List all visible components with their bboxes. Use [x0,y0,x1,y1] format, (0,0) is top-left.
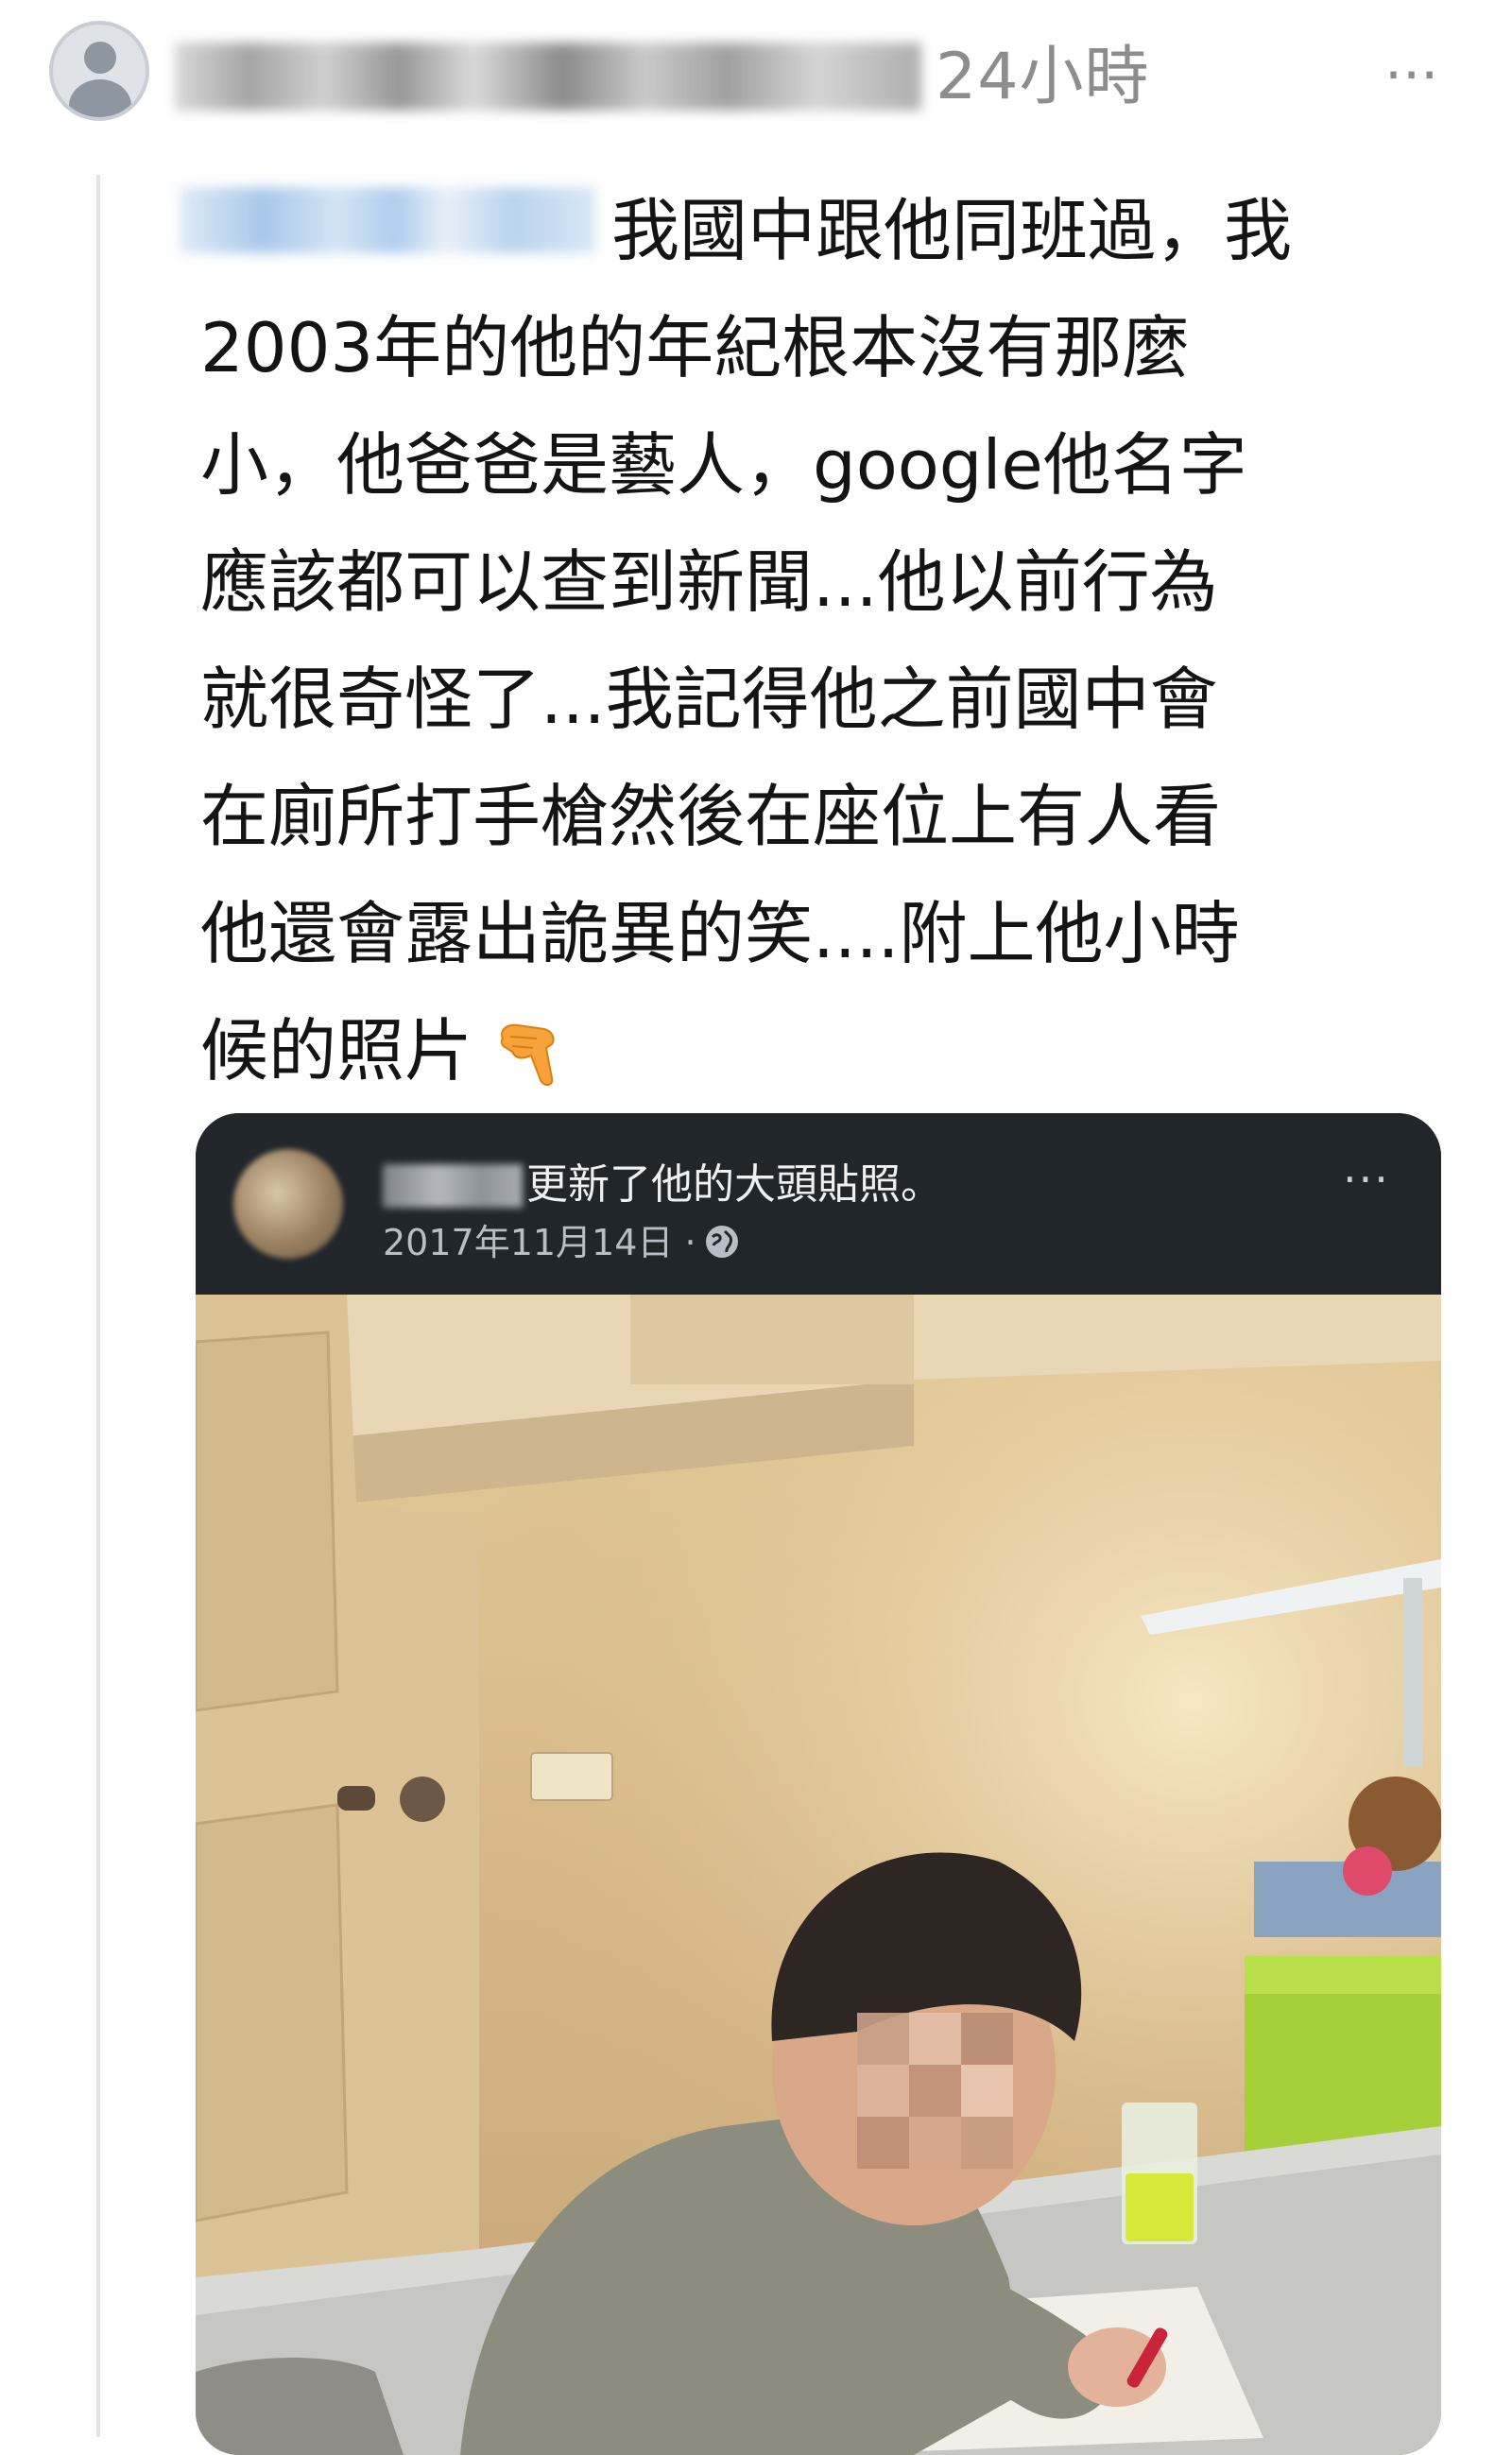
pointing-down-hand-icon [500,1023,555,1086]
post-body: 我國中跟他同班過，我 2003年的他的年紀根本沒有那麼 小，他爸爸是藝人，goo… [200,172,1457,1109]
post-line-last: 候的照片 [200,992,1457,1109]
more-options-icon[interactable]: ··· [1384,38,1438,113]
thread-line [96,175,100,2437]
post-line: 小，他爸爸是藝人，google他名字 [200,425,1247,505]
card-more-options-icon[interactable]: ··· [1343,1151,1390,1208]
post-line: 在廁所打手槍然後在座位上有人看 [200,777,1222,856]
user-avatar-icon[interactable] [49,21,149,121]
embedded-post-card[interactable]: 更新了他的大頭貼照。 2017年11月14日 · ··· [196,1113,1441,2455]
card-header: 更新了他的大頭貼照。 2017年11月14日 · ··· [196,1113,1441,1295]
post-line: 應該都可以查到新聞...他以前行為 [200,542,1218,622]
card-date: 2017年11月14日 · [383,1222,696,1263]
blurred-username[interactable] [175,43,921,111]
post-line: 我國中跟他同班過，我 [611,191,1293,270]
post-line: 就很奇怪了...我記得他之前國中會 [200,660,1218,739]
photo-illustration [196,1295,1441,2455]
post-line-text: 候的照片 [200,1011,473,1090]
profile-photo[interactable] [196,1295,1441,2455]
blurred-card-username[interactable] [383,1164,523,1208]
card-avatar[interactable] [233,1149,343,1259]
post-timestamp: 24小時 [936,40,1150,114]
card-title: 更新了他的大頭貼照。 [526,1160,942,1209]
post-line: 2003年的他的年紀根本沒有那麼 [200,308,1191,387]
post-line: 他還會露出詭異的笑....附上他小時 [200,894,1240,973]
globe-icon [706,1226,738,1258]
